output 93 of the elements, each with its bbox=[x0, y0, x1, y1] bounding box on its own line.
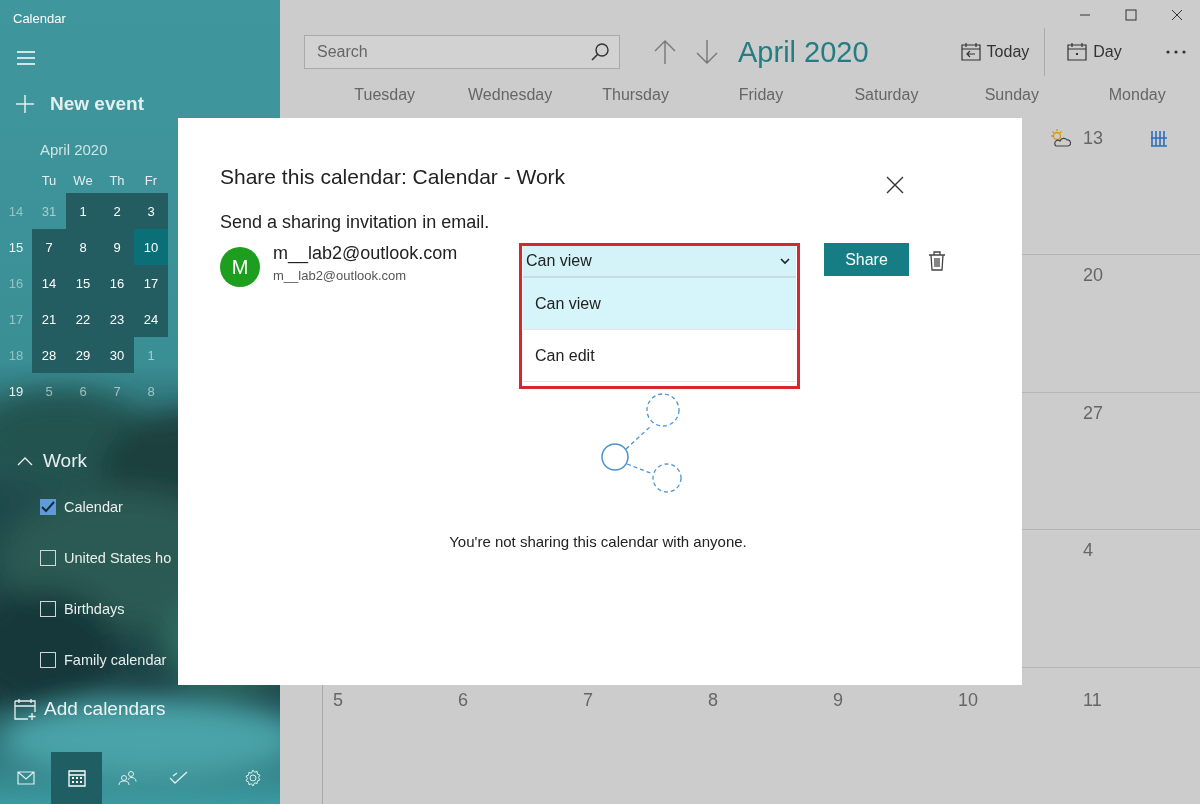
search-field[interactable]: Search bbox=[304, 35, 620, 69]
view-button[interactable]: Day bbox=[1067, 43, 1122, 61]
weekday-header: Tuesday bbox=[353, 86, 417, 104]
calendar-arrow-icon bbox=[960, 43, 981, 61]
week-number: 17 bbox=[7, 311, 25, 327]
calendar-day[interactable]: 14 bbox=[32, 265, 66, 301]
date-number: 4 bbox=[1083, 540, 1093, 563]
week-number: 19 bbox=[7, 383, 25, 399]
date-number: 8 bbox=[708, 689, 718, 712]
weekday-label: Fr bbox=[143, 172, 159, 188]
trash-icon[interactable] bbox=[928, 251, 946, 271]
checkbox[interactable] bbox=[40, 652, 56, 668]
window-title: Calendar bbox=[12, 10, 67, 28]
chevron-icon bbox=[17, 456, 33, 466]
calendar-group-toggle[interactable]: Work bbox=[17, 450, 87, 472]
avatar: M bbox=[220, 247, 260, 287]
weekday-header: Saturday bbox=[853, 86, 920, 104]
calendar-label: Birthdays bbox=[64, 601, 125, 617]
date-number: 13 bbox=[1083, 128, 1104, 150]
mail-icon bbox=[16, 771, 35, 785]
calendar-day[interactable]: 23 bbox=[100, 301, 134, 337]
weekday-header: Friday bbox=[737, 86, 785, 104]
calendar-day[interactable]: 3 bbox=[134, 193, 168, 229]
date-number: 9 bbox=[833, 689, 843, 712]
month-label: April 2020 bbox=[39, 141, 109, 160]
calendar-day[interactable]: 30 bbox=[100, 337, 134, 373]
weekday-label: Th bbox=[108, 172, 126, 188]
people-icon bbox=[117, 770, 138, 786]
calendar-day[interactable]: 2 bbox=[100, 193, 134, 229]
checkbox[interactable] bbox=[40, 550, 56, 566]
menu-icon[interactable] bbox=[17, 51, 35, 65]
empty-message: You're not sharing this calendar with anyone. bbox=[448, 533, 748, 550]
weekday-header: Wednesday bbox=[467, 86, 554, 104]
calendar-day[interactable]: 29 bbox=[66, 337, 100, 373]
dropdown-option[interactable]: Can edit bbox=[523, 330, 796, 382]
more-icon[interactable] bbox=[1164, 49, 1187, 55]
calendar-label: United States ho bbox=[64, 550, 172, 566]
calendar-day[interactable]: 15 bbox=[66, 265, 100, 301]
checkmark-icon bbox=[168, 771, 189, 785]
calendar-day[interactable]: 21 bbox=[32, 301, 66, 337]
weekday-header: Sunday bbox=[983, 86, 1040, 104]
calendar-day[interactable]: 8 bbox=[66, 229, 100, 265]
calendar-day[interactable]: 9 bbox=[100, 229, 134, 265]
up-arrow-icon[interactable] bbox=[654, 39, 676, 65]
date-number: 11 bbox=[1083, 689, 1102, 712]
weekday-label: We bbox=[72, 172, 94, 188]
down-arrow-icon[interactable] bbox=[696, 39, 718, 65]
calendar-day[interactable]: 10 bbox=[134, 229, 168, 265]
calendar-button[interactable] bbox=[51, 752, 102, 804]
checkbox[interactable] bbox=[40, 499, 56, 515]
event-bars-icon bbox=[1150, 130, 1168, 148]
calendar-label: Family calendar bbox=[64, 652, 167, 668]
calendar-day[interactable]: 28 bbox=[32, 337, 66, 373]
date-number: 20 bbox=[1083, 265, 1104, 288]
calendar-label: Calendar bbox=[64, 499, 123, 515]
calendar-day[interactable]: 22 bbox=[66, 301, 100, 337]
calendar-icon bbox=[67, 769, 86, 787]
dropdown-option[interactable]: Can view bbox=[523, 278, 796, 330]
calendar-day[interactable]: 24 bbox=[134, 301, 168, 337]
plus-icon bbox=[16, 95, 34, 113]
date-number: 27 bbox=[1083, 402, 1104, 425]
weekday-header: Monday bbox=[1107, 86, 1167, 104]
close-icon[interactable] bbox=[886, 176, 904, 194]
weather-icon bbox=[1049, 128, 1071, 148]
calendar-day[interactable]: 17 bbox=[134, 265, 168, 301]
week-number: 16 bbox=[7, 275, 25, 291]
week-number: 15 bbox=[7, 239, 25, 255]
contact-name: m__lab2@outlook.com bbox=[273, 243, 459, 264]
calendar-plus-icon bbox=[14, 698, 36, 720]
contact-email: m__lab2@outlook.com bbox=[273, 268, 408, 283]
settings-icon bbox=[243, 769, 262, 787]
date-number: 10 bbox=[958, 689, 979, 712]
permission-dropdown[interactable]: Can view bbox=[523, 246, 796, 278]
weekday-label: Tu bbox=[40, 172, 58, 188]
calendar-day[interactable]: 1 bbox=[66, 193, 100, 229]
calendar-day[interactable]: 16 bbox=[100, 265, 134, 301]
date-number: 6 bbox=[458, 689, 468, 712]
date-number: 5 bbox=[333, 689, 343, 712]
date-number: 7 bbox=[583, 689, 593, 712]
share-button[interactable]: Share bbox=[824, 243, 909, 276]
prompt-text: Send a sharing invitation in email. bbox=[220, 212, 491, 233]
weekday-header: Thursday bbox=[601, 86, 670, 104]
month-title: April 2020 bbox=[738, 35, 869, 69]
search-icon[interactable] bbox=[590, 42, 610, 62]
checkbox[interactable] bbox=[40, 601, 56, 617]
today-button[interactable]: Today bbox=[960, 43, 1030, 61]
calendar-day[interactable]: 7 bbox=[32, 229, 66, 265]
week-number: 18 bbox=[7, 347, 25, 363]
week-number: 14 bbox=[7, 203, 25, 219]
dialog-title: Share this calendar: Calendar - Work bbox=[220, 165, 566, 189]
add-calendars-button[interactable]: Add calendars bbox=[14, 698, 166, 720]
calendar-icon bbox=[1067, 43, 1088, 61]
chevron-icon bbox=[780, 257, 790, 265]
